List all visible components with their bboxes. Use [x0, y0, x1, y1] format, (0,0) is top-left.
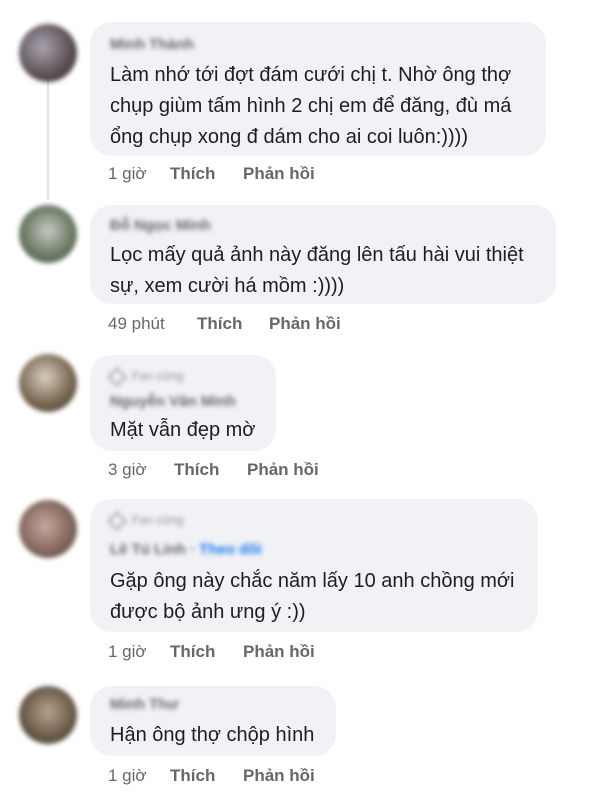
- timestamp: 3 giờ: [108, 460, 147, 479]
- like-button[interactable]: Thích: [170, 164, 215, 184]
- comment-text-line: Gặp ông này chắc năm lấy 10 anh chồng mớ…: [110, 570, 515, 592]
- comment-bubble: Fan cứng Nguyễn Văn Minh Mặt vẫn đẹp mờ: [90, 355, 276, 451]
- comment-text-line: ổng chụp xong đ dám cho ai coi luôn:)))): [110, 126, 468, 148]
- reply-button[interactable]: Phản hồi: [243, 164, 315, 184]
- comment-text-line: được bộ ảnh ưng ý :)): [110, 601, 306, 623]
- commenter-name[interactable]: Nguyễn Văn Minh: [110, 393, 236, 410]
- comment-text-line: Hận ông thợ chộp hình: [110, 724, 315, 746]
- comment-bubble: Đỗ Ngọc Minh Lọc mấy quả ảnh này đăng lê…: [90, 205, 556, 304]
- diamond-icon: [107, 366, 127, 387]
- commenter-name[interactable]: Minh Thành: [110, 36, 194, 53]
- commenter-name[interactable]: Đỗ Ngọc Minh: [110, 217, 211, 234]
- reply-button[interactable]: Phản hồi: [269, 314, 341, 334]
- timestamp: 1 giờ: [108, 164, 147, 183]
- reply-button[interactable]: Phản hồi: [243, 766, 315, 786]
- comment-text-line: Làm nhớ tới đợt đám cưới chị t. Nhờ ông …: [110, 64, 512, 86]
- like-button[interactable]: Thích: [170, 642, 215, 662]
- comment-text-line: Mặt vẫn đẹp mờ: [110, 419, 256, 441]
- thread-line: [47, 80, 49, 200]
- avatar[interactable]: [19, 354, 77, 412]
- comment-text-line: Lọc mấy quả ảnh này đăng lên tấu hài vui…: [110, 244, 524, 266]
- diamond-icon: [107, 510, 127, 531]
- comment-bubble: Minh Thành Làm nhớ tới đợt đám cưới chị …: [90, 22, 546, 156]
- avatar[interactable]: [19, 500, 77, 558]
- follow-link[interactable]: · Theo dõi: [190, 541, 262, 558]
- avatar[interactable]: [19, 24, 77, 82]
- comment-bubble: Minh Thư Hận ông thợ chộp hình: [90, 686, 336, 756]
- timestamp: 1 giờ: [108, 642, 147, 661]
- fan-badge: Fan cứng: [107, 366, 183, 387]
- commenter-name[interactable]: Minh Thư: [110, 696, 178, 713]
- comment-bubble: Fan cứng Lê Tú Linh · Theo dõi Gặp ông n…: [90, 499, 538, 632]
- avatar[interactable]: [19, 205, 77, 263]
- timestamp: 49 phút: [108, 314, 165, 333]
- timestamp: 1 giờ: [108, 766, 147, 785]
- commenter-name: Lê Tú Linh · Theo dõi: [110, 541, 262, 558]
- like-button[interactable]: Thích: [197, 314, 242, 334]
- reply-button[interactable]: Phản hồi: [243, 642, 315, 662]
- comment-text-line: chụp giùm tấm hình 2 chị em để đăng, đù …: [110, 95, 512, 117]
- like-button[interactable]: Thích: [174, 460, 219, 480]
- avatar[interactable]: [19, 686, 77, 744]
- comment-text-line: sự, xem cười há mồm :)))): [110, 275, 345, 297]
- reply-button[interactable]: Phản hồi: [247, 460, 319, 480]
- fan-badge: Fan cứng: [107, 510, 183, 531]
- like-button[interactable]: Thích: [170, 766, 215, 786]
